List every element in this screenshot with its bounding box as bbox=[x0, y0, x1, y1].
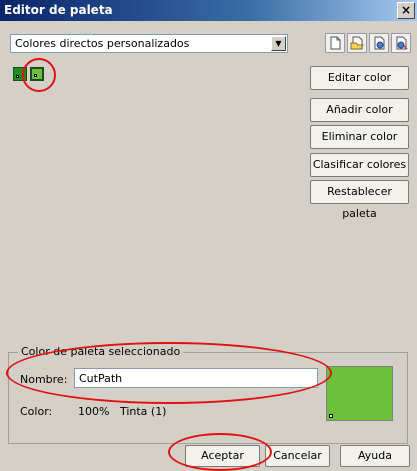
save-palette-icon bbox=[374, 36, 385, 50]
color-swatch-selected[interactable] bbox=[30, 67, 44, 81]
name-field[interactable] bbox=[74, 368, 318, 388]
name-label: Nombre: bbox=[20, 373, 68, 386]
help-button[interactable]: Ayuda bbox=[340, 445, 410, 467]
swatch-marker bbox=[34, 74, 37, 77]
preview-marker bbox=[329, 414, 333, 418]
reset-palette-button[interactable]: Restablecer paleta bbox=[310, 180, 409, 220]
chevron-down-icon[interactable]: ▼ bbox=[271, 36, 286, 51]
group-title: Color de paleta seleccionado bbox=[18, 345, 184, 358]
color-swatch[interactable] bbox=[13, 67, 27, 81]
save-palette-button[interactable] bbox=[369, 33, 389, 53]
palette-dropdown-value: Colores directos personalizados bbox=[15, 37, 190, 50]
color-label: Color: bbox=[20, 405, 53, 418]
window-title: Editor de paleta bbox=[4, 3, 113, 17]
close-button[interactable]: × bbox=[397, 2, 415, 19]
edit-color-button[interactable]: Editar color bbox=[310, 66, 409, 90]
save-as-palette-icon bbox=[396, 36, 408, 50]
palette-dropdown[interactable]: Colores directos personalizados ▼ bbox=[10, 34, 288, 53]
open-palette-button[interactable] bbox=[347, 33, 367, 53]
save-as-palette-button[interactable] bbox=[391, 33, 411, 53]
delete-color-button[interactable]: Eliminar color bbox=[310, 125, 409, 149]
new-palette-icon bbox=[330, 36, 341, 50]
open-palette-icon bbox=[350, 36, 364, 50]
swatch-marker bbox=[16, 75, 19, 78]
color-preview bbox=[326, 366, 393, 421]
new-palette-button[interactable] bbox=[325, 33, 345, 53]
accept-button[interactable]: Aceptar bbox=[185, 445, 260, 467]
title-bar: Editor de paleta × bbox=[0, 0, 417, 21]
add-color-button[interactable]: Añadir color bbox=[310, 98, 409, 122]
color-value: 100% Tinta (1) bbox=[78, 405, 167, 418]
sort-colors-button[interactable]: Clasificar colores ▾ bbox=[310, 153, 409, 193]
cancel-button[interactable]: Cancelar bbox=[265, 445, 330, 467]
